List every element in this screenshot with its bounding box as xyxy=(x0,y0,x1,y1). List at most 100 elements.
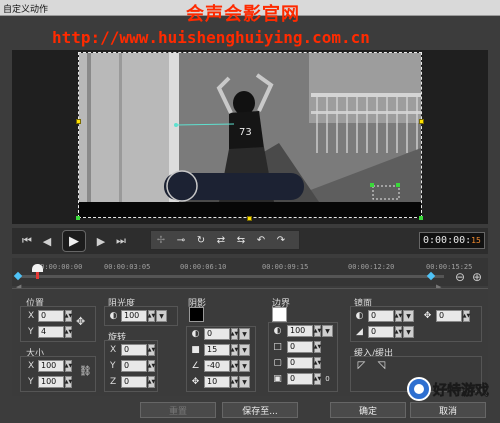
ok-button[interactable]: 确定 xyxy=(330,402,406,418)
ruler-tick: 00:00:12:20 xyxy=(348,263,395,271)
playhead[interactable] xyxy=(32,264,43,272)
corner-handle-br[interactable] xyxy=(419,216,423,220)
shadow-distance-icon: ✥ xyxy=(191,376,200,387)
position-x-spinner[interactable]: ▲▼ xyxy=(65,310,72,322)
mirror-offset-input[interactable]: 0 xyxy=(436,310,462,322)
prev-keyframe-icon[interactable]: ↶ xyxy=(253,233,269,247)
size-y-spinner[interactable]: ▲▼ xyxy=(65,376,72,388)
position-x-input[interactable]: 0 xyxy=(38,310,64,322)
corner-handle-bl[interactable] xyxy=(76,216,80,220)
shadow-blur-spinner[interactable]: ▲▼ xyxy=(231,344,238,356)
shadow-opacity-icon: ◐ xyxy=(191,328,200,339)
size-x-spinner[interactable]: ▲▼ xyxy=(65,360,72,372)
border-extra-value[interactable]: 0 xyxy=(322,373,333,384)
border-softness-input[interactable]: 0 xyxy=(287,373,313,385)
next-keyframe-icon[interactable]: ↷ xyxy=(273,233,289,247)
shadow-opacity-dropdown[interactable]: ▼ xyxy=(239,328,250,340)
shadow-distance-input[interactable]: 10 xyxy=(204,376,230,388)
playhead-marker xyxy=(36,272,39,279)
timeline-track[interactable] xyxy=(16,275,444,278)
keyframe-toolbar: ✢ ⊸ ↻ ⇄ ⇆ ↶ ↷ xyxy=(150,230,300,250)
shadow-angle-icon: ∠ xyxy=(191,360,200,371)
opacity-spinner[interactable]: ▲▼ xyxy=(148,310,155,322)
mirror-opacity-spinner[interactable]: ▲▼ xyxy=(395,310,402,322)
play-icon[interactable]: ▶ xyxy=(62,230,86,252)
shadow-angle-dropdown[interactable]: ▼ xyxy=(239,360,250,372)
border-color-swatch[interactable] xyxy=(272,307,287,322)
reverse-icon[interactable]: ↻ xyxy=(193,233,209,247)
size-y-input[interactable]: 100 xyxy=(38,376,64,388)
border-radius-spinner[interactable]: ▲▼ xyxy=(314,357,321,369)
shadow-distance-spinner[interactable]: ▲▼ xyxy=(231,376,238,388)
size-y-label: Y xyxy=(28,377,34,387)
shadow-angle-spinner[interactable]: ▲▼ xyxy=(231,360,238,372)
target-handle-b[interactable] xyxy=(396,183,400,187)
mirror-fade-input[interactable]: 0 xyxy=(368,326,394,338)
prev-frame-icon[interactable]: ◀ xyxy=(38,232,56,250)
window-title: 自定义动作 xyxy=(3,5,49,15)
shadow-blur-icon: ■ xyxy=(191,344,200,355)
zoom-in-icon[interactable]: ⊕ xyxy=(472,270,482,284)
add-keyframe-icon[interactable]: ✢ xyxy=(153,233,169,247)
rotation-y-spinner[interactable]: ▲▼ xyxy=(148,360,155,372)
remove-keyframe-icon[interactable]: ⊸ xyxy=(173,233,189,247)
rotation-y-label: Y xyxy=(110,361,116,371)
mirror-offset-spinner[interactable]: ▲▼ xyxy=(463,310,470,322)
border-width-spinner[interactable]: ▲▼ xyxy=(314,341,321,353)
size-x-input[interactable]: 100 xyxy=(38,360,64,372)
target-handle-a[interactable] xyxy=(370,183,374,187)
opacity-input[interactable]: 100 xyxy=(121,310,147,322)
go-end-icon[interactable]: ⏭ xyxy=(112,232,130,250)
shadow-opacity-spinner[interactable]: ▲▼ xyxy=(231,328,238,340)
link-icon[interactable]: ⛓ xyxy=(79,366,92,377)
border-radius-input[interactable]: 0 xyxy=(287,357,313,369)
shadow-blur-input[interactable]: 15 xyxy=(204,344,230,356)
rotation-x-spinner[interactable]: ▲▼ xyxy=(148,344,155,356)
rotation-x-input[interactable]: 0 xyxy=(121,344,147,356)
size-x-label: X xyxy=(28,361,35,371)
position-y-input[interactable]: 4 xyxy=(38,326,64,338)
move-right-icon[interactable]: ⇆ xyxy=(233,233,249,247)
zoom-out-icon[interactable]: ⊖ xyxy=(455,270,465,284)
mirror-opacity-icon: ◐ xyxy=(355,310,364,321)
border-opacity-input[interactable]: 100 xyxy=(287,325,313,337)
rotation-x-label: X xyxy=(110,345,117,355)
shadow-angle-input[interactable]: -40 xyxy=(204,360,230,372)
border-softness-icon: ▣ xyxy=(273,373,282,384)
move-left-icon[interactable]: ⇄ xyxy=(213,233,229,247)
timecode-display[interactable]: 0:00:00:15 xyxy=(419,232,485,249)
mirror-opacity-input[interactable]: 0 xyxy=(368,310,394,322)
fade-in-icon[interactable]: ◸ xyxy=(356,360,367,371)
border-opacity-spinner[interactable]: ▲▼ xyxy=(314,325,321,337)
timeline-ruler[interactable] xyxy=(12,258,488,286)
rotation-y-input[interactable]: 0 xyxy=(121,360,147,372)
resize-handle-bottom[interactable] xyxy=(247,216,252,221)
opacity-dropdown[interactable]: ▼ xyxy=(156,310,167,322)
border-softness-spinner[interactable]: ▲▼ xyxy=(314,373,321,385)
mirror-opacity-dropdown[interactable]: ▼ xyxy=(403,310,414,322)
mirror-offset-icon: ✥ xyxy=(423,310,432,321)
shadow-distance-dropdown[interactable]: ▼ xyxy=(239,376,250,388)
ruler-tick: 00:00:09:15 xyxy=(262,263,309,271)
shadow-opacity-input[interactable]: 0 xyxy=(204,328,230,340)
resize-handle-right[interactable] xyxy=(419,119,424,124)
selection-frame[interactable] xyxy=(78,52,422,218)
rotation-z-spinner[interactable]: ▲▼ xyxy=(148,376,155,388)
position-y-spinner[interactable]: ▲▼ xyxy=(65,326,72,338)
border-width-input[interactable]: 0 xyxy=(287,341,313,353)
go-start-icon[interactable]: ⏮ xyxy=(18,232,36,250)
rotation-z-input[interactable]: 0 xyxy=(121,376,147,388)
move-icon[interactable]: ✥ xyxy=(76,315,85,328)
fade-out-icon[interactable]: ◹ xyxy=(376,360,387,371)
save-to-button[interactable]: 保存至... xyxy=(222,402,298,418)
mirror-fade-dropdown[interactable]: ▼ xyxy=(403,326,414,338)
resize-handle-left[interactable] xyxy=(76,119,81,124)
border-opacity-dropdown[interactable]: ▼ xyxy=(322,325,333,337)
next-frame-icon[interactable]: ▶ xyxy=(92,232,110,250)
mirror-fade-spinner[interactable]: ▲▼ xyxy=(395,326,402,338)
logo-graphic: 好特游戏 xyxy=(407,377,489,401)
ruler-tick: 00:00:03:05 xyxy=(104,263,151,271)
shadow-blur-dropdown[interactable]: ▼ xyxy=(239,344,250,356)
shadow-color-swatch[interactable] xyxy=(189,307,204,322)
reset-button[interactable]: 重置 xyxy=(140,402,216,418)
